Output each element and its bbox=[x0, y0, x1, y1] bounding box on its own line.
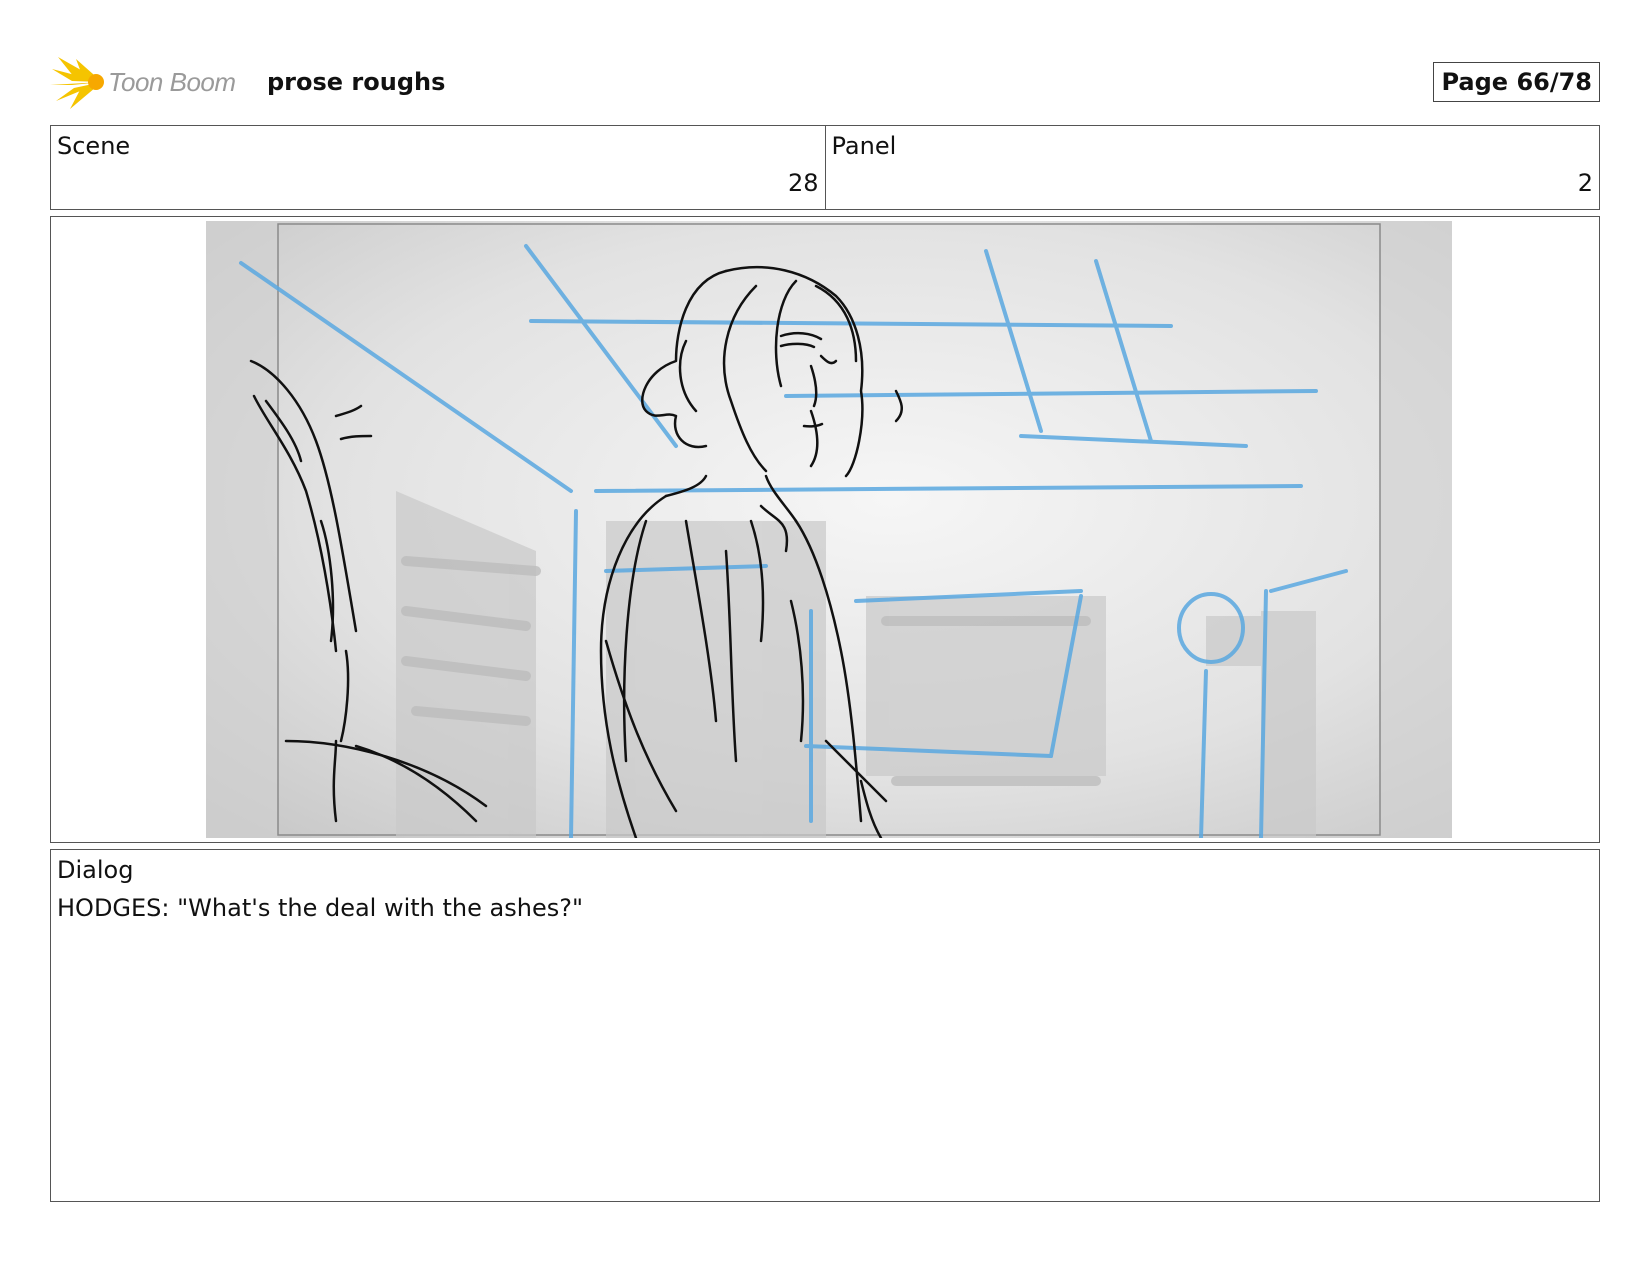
scene-cell: Scene 28 bbox=[51, 126, 825, 209]
scene-panel-info: Scene 28 Panel 2 bbox=[50, 125, 1600, 210]
logo-wordmark: Toon Boom bbox=[108, 67, 236, 97]
panel-label: Panel bbox=[831, 132, 897, 160]
panel-cell: Panel 2 bbox=[824, 126, 1600, 209]
toon-boom-logo: Toon Boom bbox=[50, 55, 250, 110]
dialog-text: HODGES: "What's the deal with the ashes?… bbox=[57, 894, 584, 922]
scene-label: Scene bbox=[57, 132, 131, 160]
page-counter: Page 66/78 bbox=[1433, 62, 1600, 102]
sunburst-icon bbox=[50, 57, 104, 109]
dialog-label: Dialog bbox=[57, 856, 134, 884]
dialog-box: Dialog HODGES: "What's the deal with the… bbox=[50, 849, 1600, 1202]
page-header: Toon Boom prose roughs Page 66/78 bbox=[50, 55, 1600, 115]
project-title: prose roughs bbox=[267, 68, 446, 96]
panel-number: 2 bbox=[1577, 169, 1593, 197]
storyboard-sketch-image bbox=[206, 221, 1452, 838]
scene-number: 28 bbox=[787, 169, 819, 197]
panel-image-frame bbox=[50, 216, 1600, 843]
